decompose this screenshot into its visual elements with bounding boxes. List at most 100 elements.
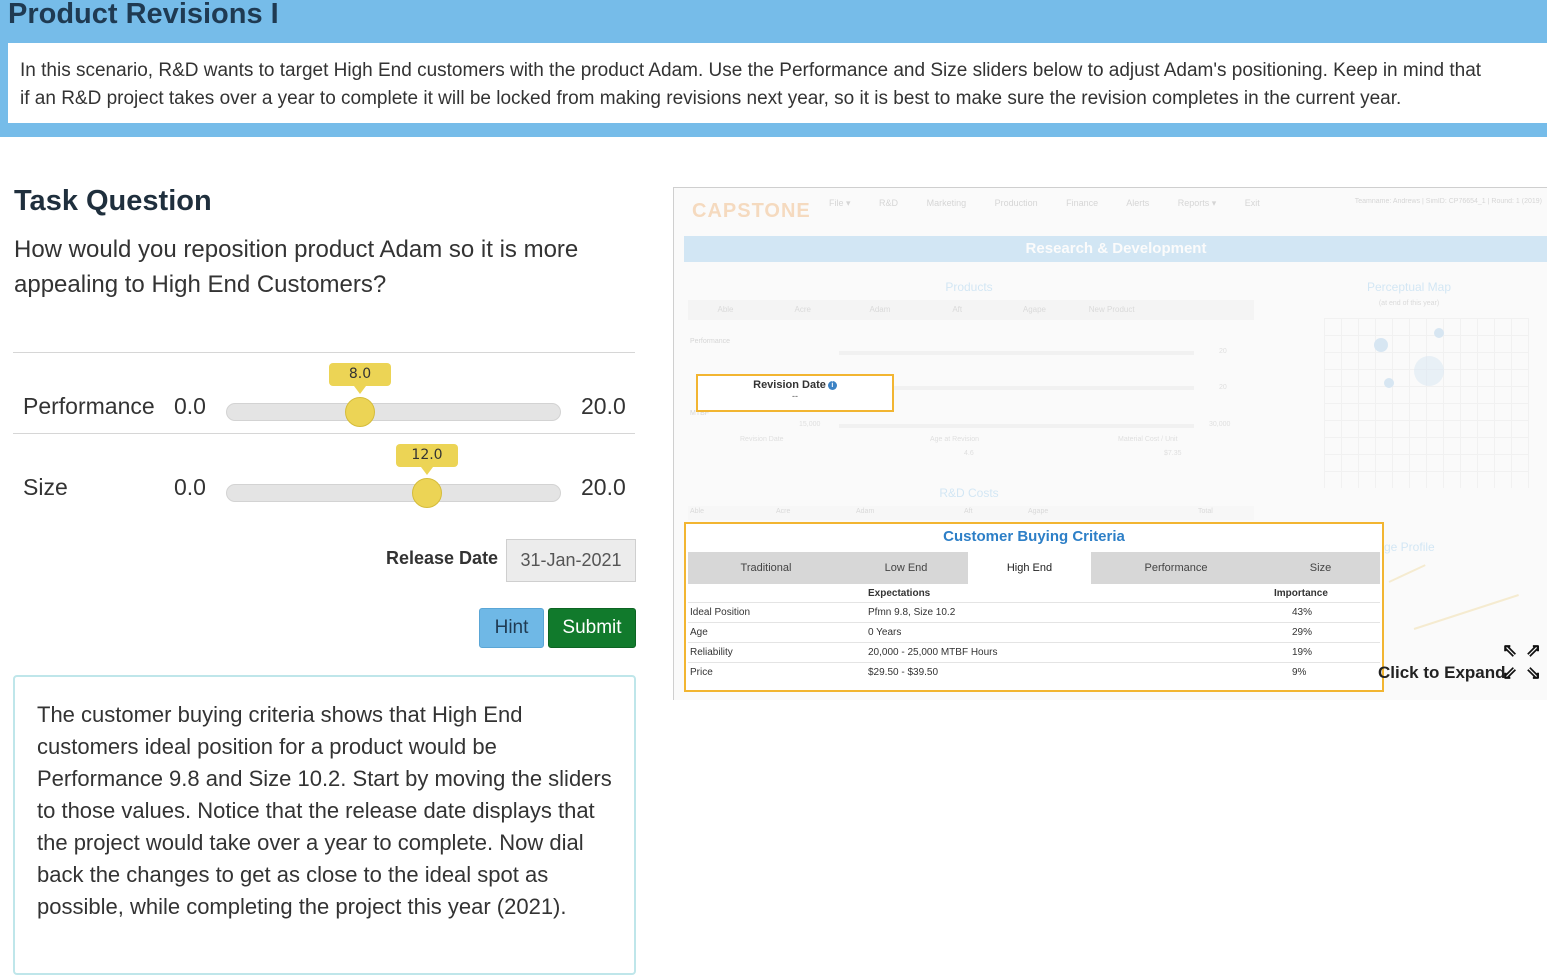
age-profile-heading: ge Profile (1384, 540, 1435, 554)
age-profile-line (1413, 594, 1519, 630)
release-date-field: 31-Jan-2021 (506, 539, 636, 582)
perceptual-map-subtitle: (at end of this year) (1378, 300, 1440, 307)
nav-item: Production (994, 198, 1038, 208)
task-question-title: Task Question (14, 185, 212, 217)
tab-size: Size (1309, 562, 1332, 574)
click-to-expand-label[interactable]: Click to Expand (1378, 663, 1506, 683)
performance-label: Performance (23, 393, 155, 419)
team-info: Teamname: Andrews | SimID: CP76654_1 | R… (1354, 198, 1542, 205)
map-dot (1434, 328, 1444, 338)
hint-button[interactable]: Hint (479, 608, 544, 648)
tab-low-end: Low End (884, 562, 928, 574)
cbc-expectation: Pfmn 9.8, Size 10.2 (868, 607, 956, 618)
size-slider-handle[interactable] (412, 478, 442, 508)
reference-screenshot[interactable]: CAPSTONE File ▾ R&D Marketing Production… (673, 187, 1547, 700)
cost-col: Agape (1028, 508, 1049, 515)
map-dot (1374, 338, 1388, 352)
page-title: Product Revisions I (8, 0, 279, 30)
divider (13, 433, 635, 434)
cost-col: Adam (856, 508, 875, 515)
product-tab: New Product (1088, 305, 1135, 314)
cbc-row: Ideal Position Pfmn 9.8, Size 10.2 43% (688, 602, 1380, 623)
cbc-importance-header: Importance (1274, 588, 1328, 599)
product-tab: Adam (869, 305, 891, 314)
nav-item: R&D (879, 198, 899, 208)
cost-col: Able (690, 508, 705, 515)
cbc-criterion: Ideal Position (690, 607, 751, 618)
scenario-description: In this scenario, R&D wants to target Hi… (8, 43, 1547, 123)
product-tab: Aft (952, 305, 963, 314)
scenario-description-line-2: if an R&D project takes over a year to c… (20, 88, 1402, 109)
performance-value-tooltip: 8.0 (329, 363, 391, 394)
revision-date-title-text: Revision Date (753, 379, 826, 391)
tab-traditional: Traditional (740, 562, 792, 574)
revision-date-callout: Revision Date i -- (696, 374, 894, 412)
task-question-text: How would you reposition product Adam so… (14, 236, 579, 298)
product-tab: Agape (1022, 305, 1046, 314)
rd-section-bar: Research & Development (684, 236, 1547, 262)
cbc-importance: 43% (1292, 607, 1313, 618)
scale-max: 20 (1219, 348, 1227, 355)
product-tab: Acre (794, 305, 811, 314)
revision-date-title: Revision Date i (698, 376, 892, 391)
performance-max: 20.0 (581, 393, 626, 419)
size-label: Size (23, 474, 68, 500)
size-slider-row: Size 0.0 12.0 20.0 (13, 444, 635, 526)
faded-slider (839, 351, 1194, 355)
capstone-logo: CAPSTONE (692, 200, 811, 222)
cost-small-label: Material Cost / Unit (1118, 436, 1178, 443)
cbc-row: Age 0 Years 29% (688, 622, 1380, 643)
map-dot (1384, 378, 1394, 388)
cbc-expectations-header: Expectations (868, 588, 931, 599)
performance-slider-track[interactable] (226, 403, 561, 421)
nav-item: Exit (1244, 198, 1260, 208)
mtbf-max: 30,000 (1209, 421, 1231, 428)
mtbf-min: 15,000 (799, 421, 821, 428)
cost-value: $7.35 (1164, 450, 1182, 457)
cost-col: Aft (964, 508, 973, 515)
size-slider-track[interactable] (226, 484, 561, 502)
age-profile-line (1388, 564, 1426, 583)
cbc-row: Price $29.50 - $39.50 9% (688, 662, 1380, 683)
size-min: 0.0 (174, 474, 206, 500)
expand-nw-arrow-icon[interactable]: ⇖ (1502, 640, 1517, 661)
size-max: 20.0 (581, 474, 626, 500)
divider (13, 352, 635, 353)
cbc-importance: 29% (1292, 627, 1313, 638)
cbc-title: Customer Buying Criteria (943, 528, 1125, 545)
nav-item: Alerts (1126, 198, 1150, 208)
size-value-tooltip: 12.0 (396, 444, 458, 475)
cbc-importance: 9% (1292, 667, 1307, 678)
expand-se-arrow-icon[interactable]: ⇘ (1526, 663, 1541, 684)
cbc-importance: 19% (1292, 647, 1313, 658)
rev-date-small-label: Revision Date (740, 436, 784, 443)
nav-item: Finance (1066, 198, 1099, 208)
faded-slider (839, 424, 1194, 428)
product-tabs: Able Acre Adam Aft Agape New Product (688, 300, 1254, 320)
performance-slider-handle[interactable] (345, 397, 375, 427)
release-date-label: Release Date (386, 548, 499, 568)
perceptual-map-grid (1324, 318, 1529, 488)
products-heading: Products (945, 280, 993, 294)
cbc-criterion: Age (690, 627, 708, 638)
customer-buying-criteria-callout: Customer Buying Criteria Traditional Low… (684, 522, 1384, 692)
cbc-expectation: 20,000 - 25,000 MTBF Hours (868, 647, 998, 658)
scenario-description-line-1: In this scenario, R&D wants to target Hi… (20, 60, 1482, 81)
screenshot-nav: File ▾ R&D Marketing Production Finance … (829, 198, 1286, 209)
submit-button[interactable]: Submit (548, 608, 636, 648)
nav-item: Reports ▾ (1177, 198, 1217, 208)
tab-performance: Performance (1144, 562, 1208, 574)
nav-item: File ▾ (829, 198, 851, 208)
header-banner: Product Revisions I In this scenario, R&… (0, 0, 1547, 137)
cbc-criterion: Price (690, 667, 713, 678)
expand-sw-arrow-icon[interactable]: ⇙ (1502, 663, 1517, 684)
scale-max: 20 (1219, 384, 1227, 391)
age-value: 4.6 (964, 450, 974, 457)
cbc-row: Reliability 20,000 - 25,000 MTBF Hours 1… (688, 642, 1380, 663)
age-small-label: Age at Revision (930, 436, 980, 443)
cbc-expectation: $29.50 - $39.50 (868, 667, 939, 678)
cbc-criterion: Reliability (690, 647, 733, 658)
hint-panel: The customer buying criteria shows that … (13, 675, 636, 975)
cost-col: Acre (776, 508, 791, 515)
expand-ne-arrow-icon[interactable]: ⇗ (1526, 640, 1541, 661)
